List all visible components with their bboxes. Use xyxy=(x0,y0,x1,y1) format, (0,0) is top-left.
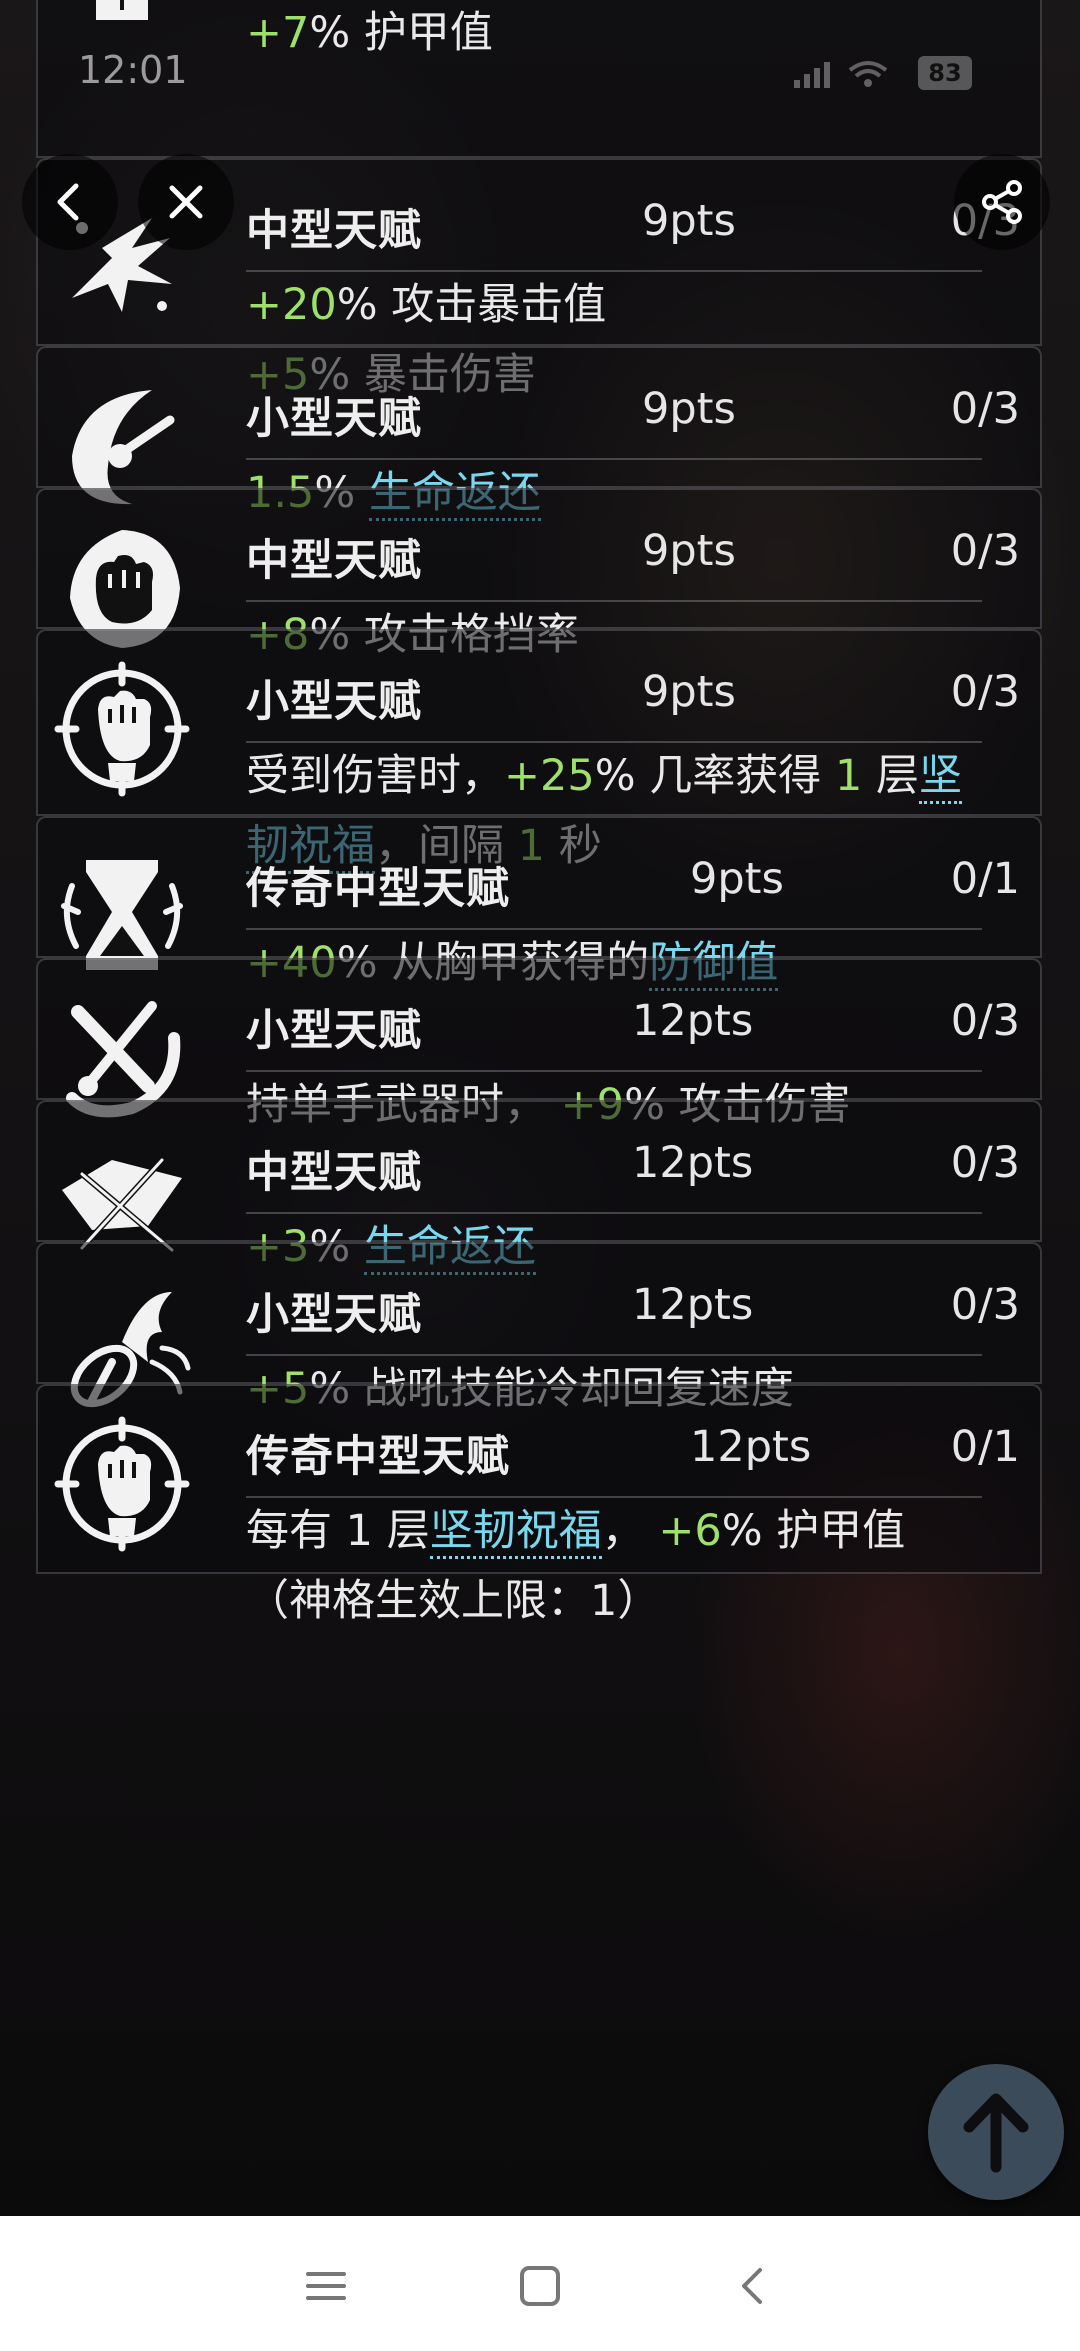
talent-tier-title: 中型天赋 xyxy=(246,536,422,586)
talent-tier-title: 传奇中型天赋 xyxy=(246,1432,510,1482)
talent-tier-title: 传奇中型天赋 xyxy=(246,864,510,914)
talent-card[interactable]: 传奇中型天赋 12pts 0/1 每有 1 层坚韧祝福， +6% 护甲值 （神格生效上限… xyxy=(36,1384,1042,1626)
share-icon xyxy=(982,180,1022,224)
scroll-to-top-button[interactable] xyxy=(928,2064,1064,2200)
talent-rank-count: 0/3 xyxy=(950,384,1020,434)
talent-card[interactable]: 传奇中型天赋9pts0/1+40% 从胸甲获得的防御值 xyxy=(36,816,1042,991)
armor-vest-icon xyxy=(52,0,192,40)
close-button[interactable] xyxy=(138,154,234,250)
talent-points-cost: 9pts xyxy=(642,667,736,717)
talent-header: 小型天赋 9pts 0/3 xyxy=(246,374,1020,460)
talent-points-cost: 9pts xyxy=(642,526,736,576)
talent-header: 中型天赋9pts0/3 xyxy=(246,186,1020,272)
talent-header: 小型天赋 9pts 0/3 xyxy=(246,657,1020,743)
talent-tier-title: 小型天赋 xyxy=(246,1006,422,1056)
talent-tier-title: 中型天赋 xyxy=(246,1148,422,1198)
menu-icon xyxy=(306,2272,346,2300)
description-text: 层 xyxy=(862,751,919,801)
chevron-left-icon xyxy=(57,183,79,221)
talent-rank-count: 0/3 xyxy=(950,526,1020,576)
description-text: 每有 1 层 xyxy=(246,1506,430,1556)
talent-points-cost: 12pts xyxy=(632,1138,754,1188)
talent-rank-count: 0/3 xyxy=(950,1280,1020,1330)
fist-crosshair-icon xyxy=(52,1414,192,1554)
talent-card[interactable]: 中型天赋9pts0/3+8% 攻击格挡率 xyxy=(36,488,1042,660)
back-nav-button[interactable] xyxy=(714,2246,794,2326)
talent-header: 小型天赋 12pts 0/3 xyxy=(246,986,1020,1072)
talent-points-cost: 9pts xyxy=(690,854,784,904)
description-text: % 护甲值 xyxy=(721,1506,906,1556)
talent-tier-title: 小型天赋 xyxy=(246,677,422,727)
keyword-link[interactable]: 坚韧祝福 xyxy=(429,1506,602,1559)
description-text: （神格生效上限：1） xyxy=(246,1576,661,1626)
talent-rank-count: 0/3 xyxy=(950,667,1020,717)
back-button[interactable] xyxy=(22,154,118,250)
description-text: % 护甲值 xyxy=(309,8,493,58)
status-time: 12:01 xyxy=(78,48,188,92)
stat-value: +7 xyxy=(246,8,310,58)
talent-rank-count: 0/3 xyxy=(950,1138,1020,1188)
system-navigation-bar xyxy=(0,2216,1080,2351)
description-line: +20% 攻击暴击值 xyxy=(246,270,1000,340)
keyword-link[interactable]: 坚 xyxy=(918,751,962,804)
close-icon xyxy=(169,185,203,219)
talent-card[interactable]: 小型天赋12pts0/3持单手武器时， +9% 攻击伤害 xyxy=(36,958,1042,1130)
stat-value: 1 xyxy=(834,751,863,801)
share-button[interactable] xyxy=(954,154,1050,250)
stat-value: +25 xyxy=(504,751,595,801)
talent-header: 小型天赋 12pts 0/3 xyxy=(246,1270,1020,1356)
talent-rank-count: 0/3 xyxy=(950,996,1020,1046)
description-line: （神格生效上限：1） xyxy=(246,1566,1000,1636)
talent-card[interactable]: 中型天赋12pts0/3+3% 生命返还 xyxy=(36,1100,1042,1275)
description-text: ， xyxy=(601,1506,659,1556)
talent-points-cost: 12pts xyxy=(632,1280,754,1330)
arrow-up-icon xyxy=(963,2093,1029,2173)
home-square-icon xyxy=(520,2266,560,2306)
talent-description: 每有 1 层坚韧祝福， +6% 护甲值 （神格生效上限：1） xyxy=(246,1496,1000,1636)
talent-card[interactable]: 小型天赋12pts0/3+5% 战吼技能冷却回复速度 xyxy=(36,1242,1042,1414)
talent-tier-title: 小型天赋 xyxy=(246,394,422,444)
stat-value: +6 xyxy=(658,1506,722,1556)
talent-rank-count: 0/1 xyxy=(950,854,1020,904)
talent-points-cost: 12pts xyxy=(690,1422,812,1472)
talent-tier-title: 中型天赋 xyxy=(246,206,422,256)
menu-nav-button[interactable] xyxy=(286,2246,366,2326)
home-nav-button[interactable] xyxy=(500,2246,580,2326)
talent-header: 传奇中型天赋 9pts 0/1 xyxy=(246,844,1020,930)
description-text: % 几率获得 xyxy=(594,751,835,801)
description-text: % 攻击暴击值 xyxy=(336,280,607,330)
battery-indicator: 83 xyxy=(918,56,972,90)
talent-card[interactable]: 小型天赋9pts0/31.5% 生命返还 xyxy=(36,346,1042,521)
talent-points-cost: 9pts xyxy=(642,384,736,434)
talent-rank-count: 0/1 xyxy=(950,1422,1020,1472)
talent-header: 中型天赋 12pts 0/3 xyxy=(246,1128,1020,1214)
chevron-left-icon xyxy=(742,2268,762,2304)
talent-card[interactable]: 小型天赋9pts0/3受到伤害时，+25% 几率获得 1 层坚韧祝福，间隔 1 … xyxy=(36,629,1042,874)
fist-crosshair-icon xyxy=(52,659,192,799)
description-line: 每有 1 层坚韧祝福， +6% 护甲值 xyxy=(246,1496,1000,1566)
talent-header: 中型天赋 9pts 0/3 xyxy=(246,516,1020,602)
talent-tier-title: 小型天赋 xyxy=(246,1290,422,1340)
talent-points-cost: 9pts xyxy=(642,196,736,246)
description-text: 受到伤害时， xyxy=(246,751,504,801)
talent-header: 传奇中型天赋 12pts 0/1 xyxy=(246,1412,1020,1498)
signal-wifi-icon xyxy=(794,61,888,88)
stat-value: +20 xyxy=(246,280,337,330)
description-line: 受到伤害时，+25% 几率获得 1 层坚 xyxy=(246,741,1000,811)
talent-points-cost: 12pts xyxy=(632,996,754,1046)
